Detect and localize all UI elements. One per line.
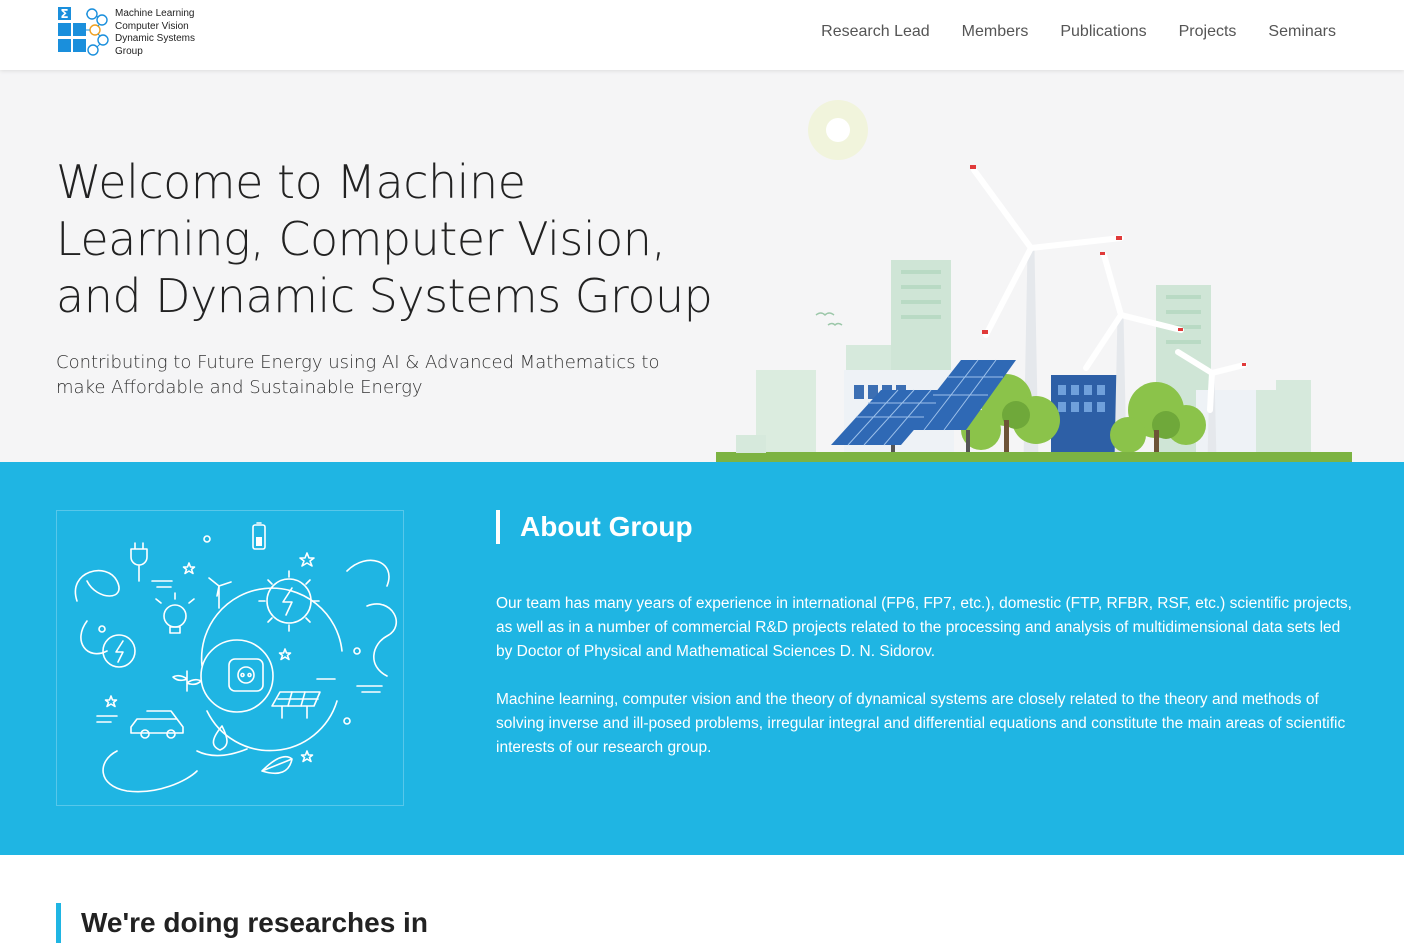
hero-title: Welcome to Machine Learning, Computer Vi… xyxy=(56,155,713,323)
nav-link-seminars[interactable]: Seminars xyxy=(1268,22,1336,42)
hero-section: Welcome to Machine Learning, Computer Vi… xyxy=(0,70,1404,462)
logo[interactable]: Σ Machine Learning Computer Vision Dynam… xyxy=(57,6,195,58)
about-heading: About Group xyxy=(496,510,693,544)
logo-text: Machine Learning Computer Vision Dynamic… xyxy=(115,8,195,58)
logo-line: Computer Vision xyxy=(115,20,189,32)
nav-link-members[interactable]: Members xyxy=(962,22,1029,42)
nav-link-publications[interactable]: Publications xyxy=(1060,22,1146,42)
about-illustration xyxy=(56,510,404,806)
logo-line: Dynamic Systems xyxy=(115,33,196,44)
logo-icon: Σ xyxy=(57,6,109,58)
about-paragraph: Machine learning, computer vision and th… xyxy=(496,691,1346,756)
site-header: Σ Machine Learning Computer Vision Dynam… xyxy=(0,0,1404,70)
nav-link-research-lead[interactable]: Research Lead xyxy=(821,22,930,42)
research-heading: We're doing researches in xyxy=(56,903,428,943)
nav-link-projects[interactable]: Projects xyxy=(1179,22,1237,42)
logo-line: Machine Learning xyxy=(115,8,195,19)
main-nav: Research Lead Members Publications Proje… xyxy=(789,22,1336,42)
logo-line: Group xyxy=(115,45,143,57)
hero-illustration xyxy=(716,90,1352,462)
about-paragraph: Our team has many years of experience in… xyxy=(496,595,1352,660)
svg-text:Σ: Σ xyxy=(60,7,68,21)
hero-subtitle: Contributing to Future Energy using AI &… xyxy=(56,352,660,398)
about-section: About Group Our team has many years of e… xyxy=(0,462,1404,855)
